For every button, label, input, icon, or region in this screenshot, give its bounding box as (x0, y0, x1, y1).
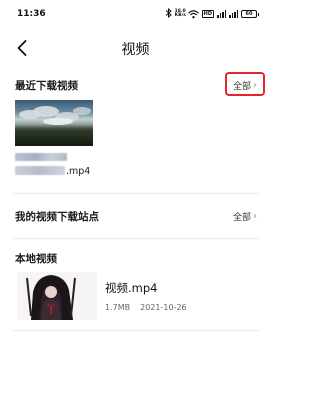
page-title: 视频 (121, 42, 150, 58)
divider (12, 193, 260, 194)
bluetooth-icon (165, 7, 172, 21)
battery-icon: 60 (241, 10, 259, 18)
blurred-filename (15, 166, 65, 175)
data-speed-icon: 18.0 KB/s (174, 8, 186, 18)
file-date: 2021-10-26 (140, 303, 187, 312)
wifi-icon (187, 9, 199, 18)
anime-figure-image (17, 272, 97, 320)
file-extension: .mp4 (66, 166, 91, 177)
divider (12, 238, 260, 239)
file-size: 1.7MB (105, 303, 131, 312)
local-video-thumbnail[interactable] (17, 272, 97, 320)
see-all-label: 全部 (233, 213, 252, 223)
local-video-meta: 1.7MB 2021-10-26 (105, 303, 187, 312)
recent-downloads-title: 最近下载视频 (15, 80, 78, 92)
hd-icon: HD (201, 10, 214, 18)
chevron-right-icon: › (253, 210, 258, 222)
status-icons: 18.0 KB/s HD 60 (165, 7, 259, 21)
local-video-name[interactable]: 视频.mp4 (105, 280, 157, 296)
title-bar: 视频 (0, 30, 271, 66)
blurred-filename (15, 153, 67, 161)
video-thumbnail[interactable] (15, 100, 93, 146)
status-time: 11:36 (17, 9, 46, 19)
local-videos-title: 本地视频 (15, 253, 57, 265)
signal-icon (217, 10, 226, 18)
status-bar: 11:36 18.0 KB/s HD 60 (0, 0, 271, 30)
divider (12, 330, 260, 331)
screen: 11:36 18.0 KB/s HD 60 视频 最近下载视频 全部 › .mp… (0, 0, 271, 394)
download-sites-title[interactable]: 我的视频下载站点 (15, 209, 99, 224)
download-sites-see-all-button[interactable]: 全部 › (233, 210, 257, 223)
signal-icon (229, 10, 238, 18)
highlight-box (225, 72, 265, 96)
